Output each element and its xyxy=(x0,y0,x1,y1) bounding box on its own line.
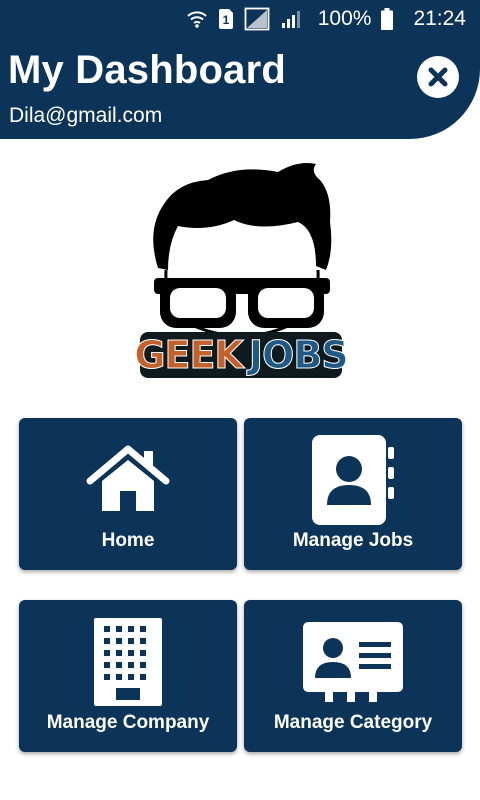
status-bar: 1 100% 21:24 xyxy=(0,0,480,38)
home-icon xyxy=(19,432,237,528)
battery-percentage: 100% xyxy=(317,7,372,30)
logo-word-geek: GEEK xyxy=(134,333,245,378)
contact-book-icon xyxy=(244,432,462,528)
manage-category-tile-label: Manage Category xyxy=(273,712,433,733)
manage-jobs-tile[interactable]: Manage Jobs xyxy=(244,418,462,570)
no-signal-icon xyxy=(244,7,270,31)
id-card-icon xyxy=(244,614,462,710)
app-logo: GEEK JOBS xyxy=(134,160,349,382)
manage-jobs-tile-label: Manage Jobs xyxy=(292,530,414,551)
signal-strength-icon xyxy=(280,9,302,29)
manage-company-tile[interactable]: Manage Company xyxy=(19,600,237,752)
home-tile-label: Home xyxy=(101,530,155,551)
dashboard-header: My Dashboard Dila@gmail.com xyxy=(0,38,480,139)
wifi-icon xyxy=(186,9,208,29)
home-tile[interactable]: Home xyxy=(19,418,237,570)
battery-icon xyxy=(381,8,394,30)
sim-card-icon: 1 xyxy=(218,8,234,30)
geek-face-icon xyxy=(153,163,332,338)
user-email: Dila@gmail.com xyxy=(9,104,163,127)
page-title: My Dashboard xyxy=(8,48,287,92)
logo-word-jobs: JOBS xyxy=(248,333,349,378)
sim-slot-number: 1 xyxy=(222,13,229,27)
close-icon xyxy=(428,67,448,87)
close-button[interactable] xyxy=(417,56,459,98)
building-icon xyxy=(19,614,237,710)
manage-category-tile[interactable]: Manage Category xyxy=(244,600,462,752)
logo-wordmark: GEEK JOBS xyxy=(134,332,349,378)
manage-company-tile-label: Manage Company xyxy=(46,712,210,733)
clock: 21:24 xyxy=(413,7,466,30)
